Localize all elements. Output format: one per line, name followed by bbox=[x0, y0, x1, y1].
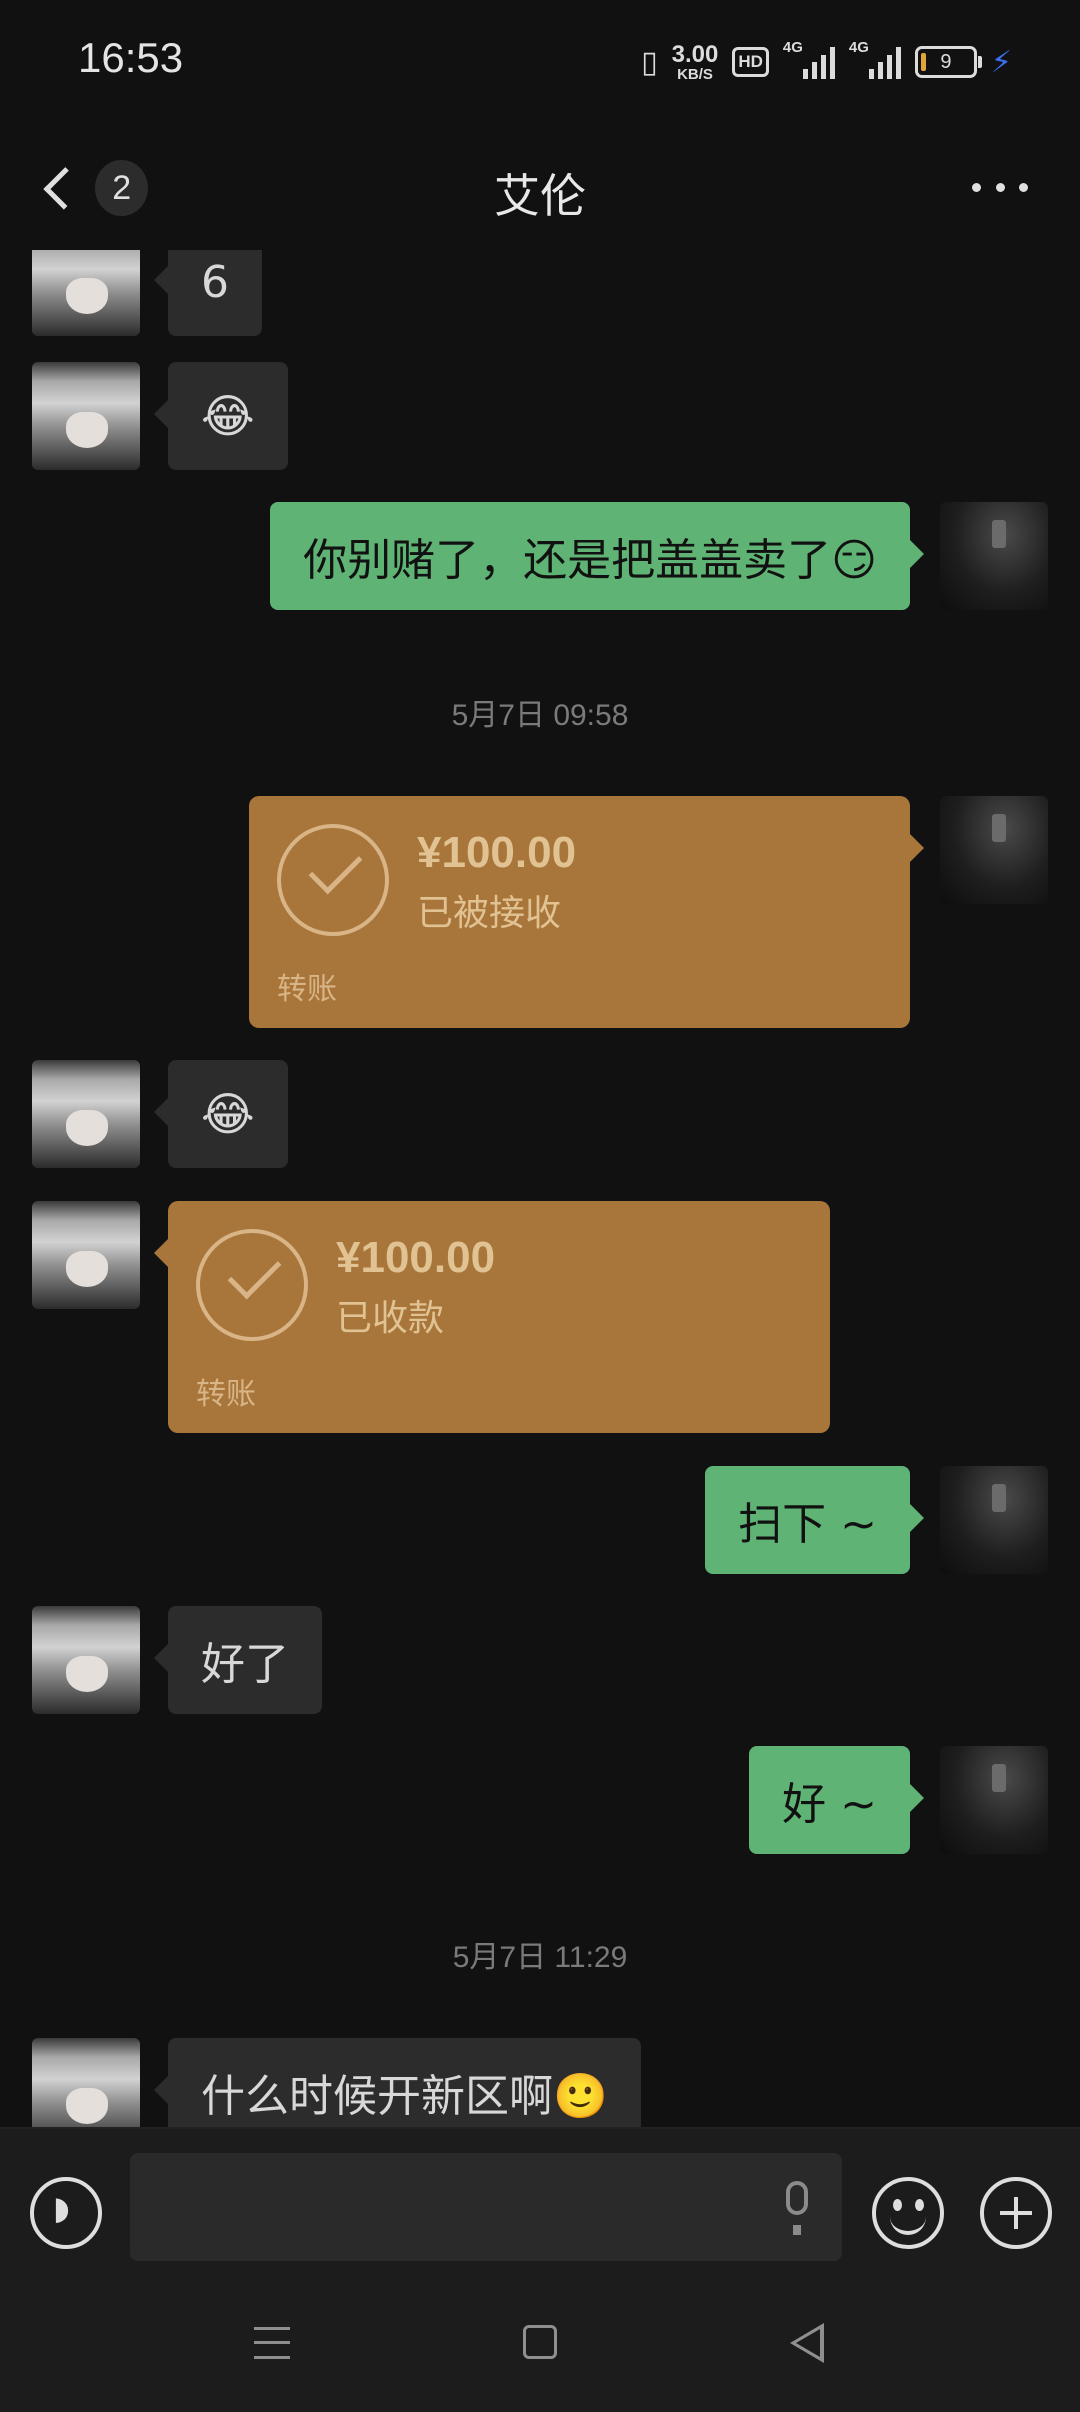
voice-input-icon[interactable] bbox=[30, 2177, 102, 2249]
check-circle-icon bbox=[196, 1229, 308, 1341]
message-input[interactable] bbox=[130, 2153, 842, 2261]
emoji-icon[interactable] bbox=[872, 2177, 944, 2249]
home-icon[interactable] bbox=[523, 2325, 557, 2359]
transfer-amount: ¥100.00 bbox=[336, 1233, 496, 1282]
friend-avatar[interactable] bbox=[32, 1606, 140, 1714]
friend-avatar[interactable] bbox=[32, 362, 140, 470]
system-navigation-bar bbox=[0, 2297, 1080, 2412]
vibrate-icon: ▯ bbox=[641, 44, 658, 80]
menu-icon[interactable] bbox=[254, 2327, 290, 2359]
friend-avatar[interactable] bbox=[32, 1201, 140, 1309]
charging-icon: ⚡ bbox=[990, 44, 1012, 80]
battery-icon: 9 bbox=[914, 46, 982, 78]
transfer-status: 已收款 bbox=[336, 1298, 445, 1339]
message-timestamp: 5月7日 11:29 bbox=[452, 1941, 628, 1974]
network-speed: 3.00 KB/S bbox=[671, 40, 719, 83]
plus-icon[interactable] bbox=[980, 2177, 1052, 2249]
message-bubble[interactable]: 6 bbox=[154, 250, 262, 336]
transfer-label: 转账 bbox=[196, 1377, 256, 1412]
message-timestamp: 5月7日 09:58 bbox=[451, 699, 629, 732]
message-bubble[interactable]: 什么时候开新区啊🙂 bbox=[154, 2038, 641, 2127]
message-bubble[interactable]: 你别赌了，还是把盖盖卖了😏 bbox=[270, 502, 924, 610]
hd-icon: HD bbox=[732, 47, 769, 77]
my-avatar[interactable] bbox=[940, 1466, 1048, 1574]
message-list[interactable]: 6 😂 你别赌了，还是把盖盖卖了😏 5月7日 09:58 ¥100.00 已被接… bbox=[0, 250, 1080, 2127]
check-circle-icon bbox=[277, 824, 389, 936]
more-options-icon[interactable] bbox=[972, 175, 1028, 199]
friend-avatar[interactable] bbox=[32, 2038, 140, 2127]
transfer-label: 转账 bbox=[277, 972, 337, 1007]
signal-icon: 4G bbox=[783, 39, 835, 79]
microphone-icon[interactable] bbox=[786, 2181, 808, 2235]
transfer-amount: ¥100.00 bbox=[417, 828, 577, 877]
transfer-status: 已被接收 bbox=[417, 893, 562, 934]
my-avatar[interactable] bbox=[940, 1746, 1048, 1854]
transfer-card[interactable]: ¥100.00 已被接收 转账 bbox=[249, 796, 924, 1028]
message-bubble[interactable]: 好 ~ bbox=[749, 1746, 924, 1854]
status-icons: ▯ 3.00 KB/S HD 4G 4G 9 ⚡ bbox=[641, 38, 1012, 86]
signal-icon: 4G bbox=[849, 39, 901, 79]
message-bubble[interactable]: 扫下 ~ bbox=[705, 1466, 924, 1574]
battery-level: 9 bbox=[940, 50, 952, 73]
friend-avatar[interactable] bbox=[32, 250, 140, 336]
status-bar: 16:53 ▯ 3.00 KB/S HD 4G 4G 9 ⚡ bbox=[0, 0, 1080, 125]
input-bar bbox=[0, 2127, 1080, 2299]
status-time: 16:53 bbox=[78, 34, 184, 81]
transfer-card[interactable]: ¥100.00 已收款 转账 bbox=[154, 1201, 830, 1433]
friend-avatar[interactable] bbox=[32, 1060, 140, 1168]
my-avatar[interactable] bbox=[940, 796, 1048, 904]
chat-title: 艾伦 bbox=[494, 169, 586, 223]
back-triangle-icon[interactable] bbox=[790, 2323, 824, 2363]
chat-header: 2 艾伦 bbox=[0, 125, 1080, 250]
message-bubble[interactable]: 😂 bbox=[154, 1060, 288, 1168]
message-bubble[interactable]: 好了 bbox=[154, 1606, 322, 1714]
my-avatar[interactable] bbox=[940, 502, 1048, 610]
message-bubble[interactable]: 😂 bbox=[154, 362, 288, 470]
